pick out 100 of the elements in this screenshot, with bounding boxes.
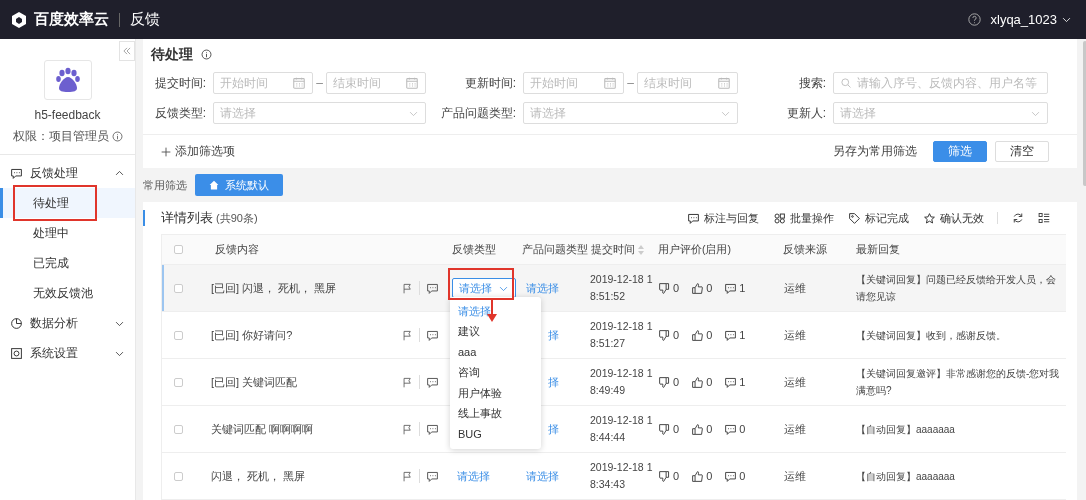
user-menu[interactable]: xlyqa_1023: [990, 12, 1057, 27]
thumbs-up-icon: [691, 281, 705, 295]
filter-label: 产品问题类型:: [439, 104, 516, 122]
clear-button[interactable]: 清空: [995, 141, 1049, 162]
menu-item[interactable]: 待处理: [0, 188, 135, 218]
save-filter-link[interactable]: 另存为常用筛选: [833, 143, 917, 160]
dropdown-option[interactable]: 线上事故: [450, 403, 541, 424]
thumbs-up-icon: [691, 422, 705, 436]
feedback-source: 运维: [783, 468, 807, 484]
comment-icon: [426, 422, 439, 436]
collapse-button[interactable]: [119, 41, 135, 61]
range-dash: –: [316, 76, 323, 90]
dislike-count: 0: [673, 282, 680, 294]
comment-icon: [426, 281, 439, 295]
submit-time: 2019-12-18 1 8:49:49: [589, 366, 654, 398]
pie-chart-icon: [10, 316, 23, 330]
submit-time: 2019-12-18 1 8:51:52: [589, 272, 654, 304]
menu-item[interactable]: 已完成: [0, 248, 135, 278]
calendar-icon: [405, 76, 419, 90]
scrollbar-thumb[interactable]: [1083, 41, 1086, 186]
latest-reply: 【自动回复】aaaaaaa: [855, 422, 956, 437]
role-label: 权限：项目管理员: [12, 128, 109, 145]
calendar-icon: [603, 76, 618, 90]
product-type-link[interactable]: 请选择: [526, 469, 559, 482]
product-type-link[interactable]: 择: [548, 328, 559, 341]
table-row[interactable]: 闪退， 死机， 黑屏 请选择 请选择 2019-12-18 1 8:34:43 0 0 0 运维 【自动回复】aaaaaaa: [162, 453, 1066, 500]
checkbox[interactable]: [174, 471, 183, 481]
checkbox[interactable]: [174, 424, 183, 434]
dropdown-option[interactable]: 咨询: [450, 362, 541, 383]
menu-item[interactable]: 处理中: [0, 218, 135, 248]
filter-label: 提交时间:: [153, 74, 206, 92]
dislike-count: 0: [673, 423, 680, 435]
comment-icon: [426, 328, 439, 342]
dropdown-option[interactable]: 建议: [450, 321, 541, 342]
checkbox[interactable]: [174, 377, 183, 387]
info-icon: [111, 131, 123, 142]
checkbox[interactable]: [174, 283, 183, 293]
flag-icon: [402, 282, 413, 294]
latest-reply: 【关键词回复】收到，感谢反馈。: [855, 328, 1007, 343]
column-header: 提交时间: [591, 242, 635, 257]
feedback-source: 运维: [783, 374, 807, 390]
comment-icon: [724, 375, 738, 389]
thumbs-up-icon: [691, 375, 705, 389]
like-count: 0: [706, 470, 713, 482]
checkbox[interactable]: [174, 245, 183, 254]
thumbs-down-icon: [658, 281, 671, 295]
like-count: 0: [706, 329, 713, 341]
info-icon: [201, 49, 212, 60]
flag-icon: [402, 329, 413, 341]
comment-icon: [426, 469, 439, 483]
add-filter-button[interactable]: 添加筛选项: [161, 143, 235, 160]
menu-item[interactable]: 无效反馈池: [0, 278, 135, 308]
column-header: 反馈内容: [214, 242, 260, 257]
list-settings-icon: [1038, 212, 1050, 224]
toolbar-button[interactable]: 标记完成: [848, 210, 909, 226]
dropdown-option[interactable]: 用户体验: [450, 383, 541, 404]
toolbar-button[interactable]: 确认无效: [923, 210, 984, 226]
column-header: 最新回复: [855, 242, 901, 257]
feedback-content: [已回] 关键词匹配: [210, 374, 299, 390]
cube-logo-icon: [10, 10, 28, 29]
dislike-count: 0: [673, 376, 680, 388]
comment-icon: [426, 375, 439, 389]
comment-count: 1: [739, 329, 746, 341]
feedback-source: 运维: [783, 327, 807, 343]
menu-group[interactable]: 反馈处理: [0, 158, 135, 188]
dislike-count: 0: [673, 329, 680, 341]
flag-icon: [402, 423, 413, 435]
calendar-icon: [717, 76, 731, 90]
thumbs-down-icon: [658, 422, 671, 436]
checkbox[interactable]: [174, 330, 183, 340]
product-type-link[interactable]: 择: [548, 375, 559, 388]
highlight-box: [448, 268, 514, 300]
dropdown-option[interactable]: BUG: [450, 424, 541, 445]
column-header: 产品问题类型: [521, 242, 587, 257]
columns-button[interactable]: [1038, 212, 1050, 224]
type-select[interactable]: 请选择: [452, 278, 516, 298]
comment-icon: [724, 281, 738, 295]
refresh-button[interactable]: [1012, 212, 1024, 224]
thumbs-down-icon: [658, 469, 671, 483]
type-link[interactable]: 请选择: [447, 469, 490, 482]
double-chevron-icon: [122, 46, 132, 56]
plus-icon: [161, 146, 171, 157]
menu-group[interactable]: 数据分析: [0, 308, 135, 338]
menu-group[interactable]: 系统设置: [0, 338, 135, 368]
sort-icon[interactable]: [638, 244, 644, 255]
common-filter-label: 常用筛选: [143, 177, 187, 193]
page-title: 待处理: [151, 45, 193, 64]
latest-reply: 【自动回复】aaaaaaa: [855, 469, 956, 484]
filter-label: 搜索:: [797, 74, 826, 92]
help-icon[interactable]: [967, 13, 981, 26]
toolbar-button[interactable]: 标注与回复: [687, 210, 759, 226]
comment-count: 1: [739, 376, 746, 388]
refresh-icon: [1012, 212, 1024, 224]
feedback-content: 闪退， 死机， 黑屏: [210, 468, 307, 484]
thumbs-down-icon: [658, 375, 671, 389]
product-type-link[interactable]: 择: [548, 422, 559, 435]
thumbs-up-icon: [691, 328, 705, 342]
like-count: 0: [706, 282, 713, 294]
toolbar-button[interactable]: 批量操作: [773, 210, 834, 226]
range-dash: –: [627, 76, 634, 90]
